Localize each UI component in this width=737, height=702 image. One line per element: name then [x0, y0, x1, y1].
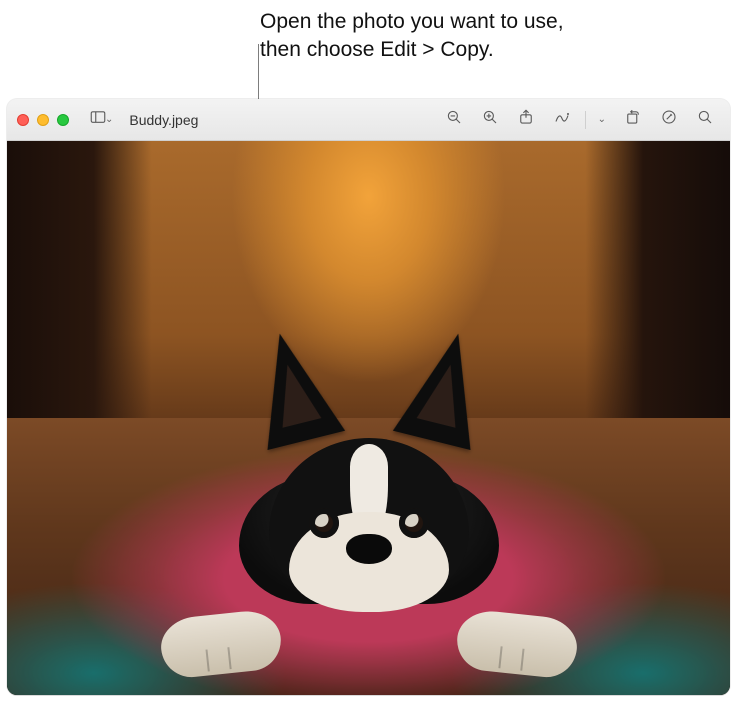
- image-viewport[interactable]: [7, 141, 730, 695]
- edit-icon: [660, 108, 678, 131]
- close-window-button[interactable]: [17, 114, 29, 126]
- zoom-in-icon: [481, 108, 499, 131]
- sidebar-toggle-button[interactable]: ⌄: [83, 107, 119, 133]
- markup-button[interactable]: [547, 107, 577, 133]
- toolbar-separator: [585, 111, 586, 129]
- markup-icon: [553, 108, 571, 131]
- callout-line2: then choose Edit > Copy.: [260, 38, 494, 61]
- callout-text: Open the photo you want to use, then cho…: [260, 8, 564, 65]
- window-toolbar: ⌄ Buddy.jpeg ⌄: [7, 99, 730, 141]
- rotate-button[interactable]: [618, 107, 648, 133]
- rotate-icon: [624, 108, 642, 131]
- chevron-down-icon: ⌄: [105, 114, 113, 125]
- search-button[interactable]: [690, 107, 720, 133]
- minimize-window-button[interactable]: [37, 114, 49, 126]
- preview-window: ⌄ Buddy.jpeg ⌄: [7, 99, 730, 695]
- window-traffic-lights: [17, 114, 69, 126]
- photo-dog-illustration: [189, 362, 549, 662]
- zoom-out-icon: [445, 108, 463, 131]
- search-icon: [696, 108, 714, 131]
- chevron-down-icon: ⌄: [598, 114, 606, 125]
- callout-line1: Open the photo you want to use,: [260, 10, 564, 33]
- window-title: Buddy.jpeg: [129, 112, 198, 128]
- edit-button[interactable]: [654, 107, 684, 133]
- zoom-out-button[interactable]: [439, 107, 469, 133]
- zoom-window-button[interactable]: [57, 114, 69, 126]
- zoom-in-button[interactable]: [475, 107, 505, 133]
- share-icon: [517, 108, 535, 131]
- markup-menu-button[interactable]: ⌄: [594, 107, 612, 133]
- share-button[interactable]: [511, 107, 541, 133]
